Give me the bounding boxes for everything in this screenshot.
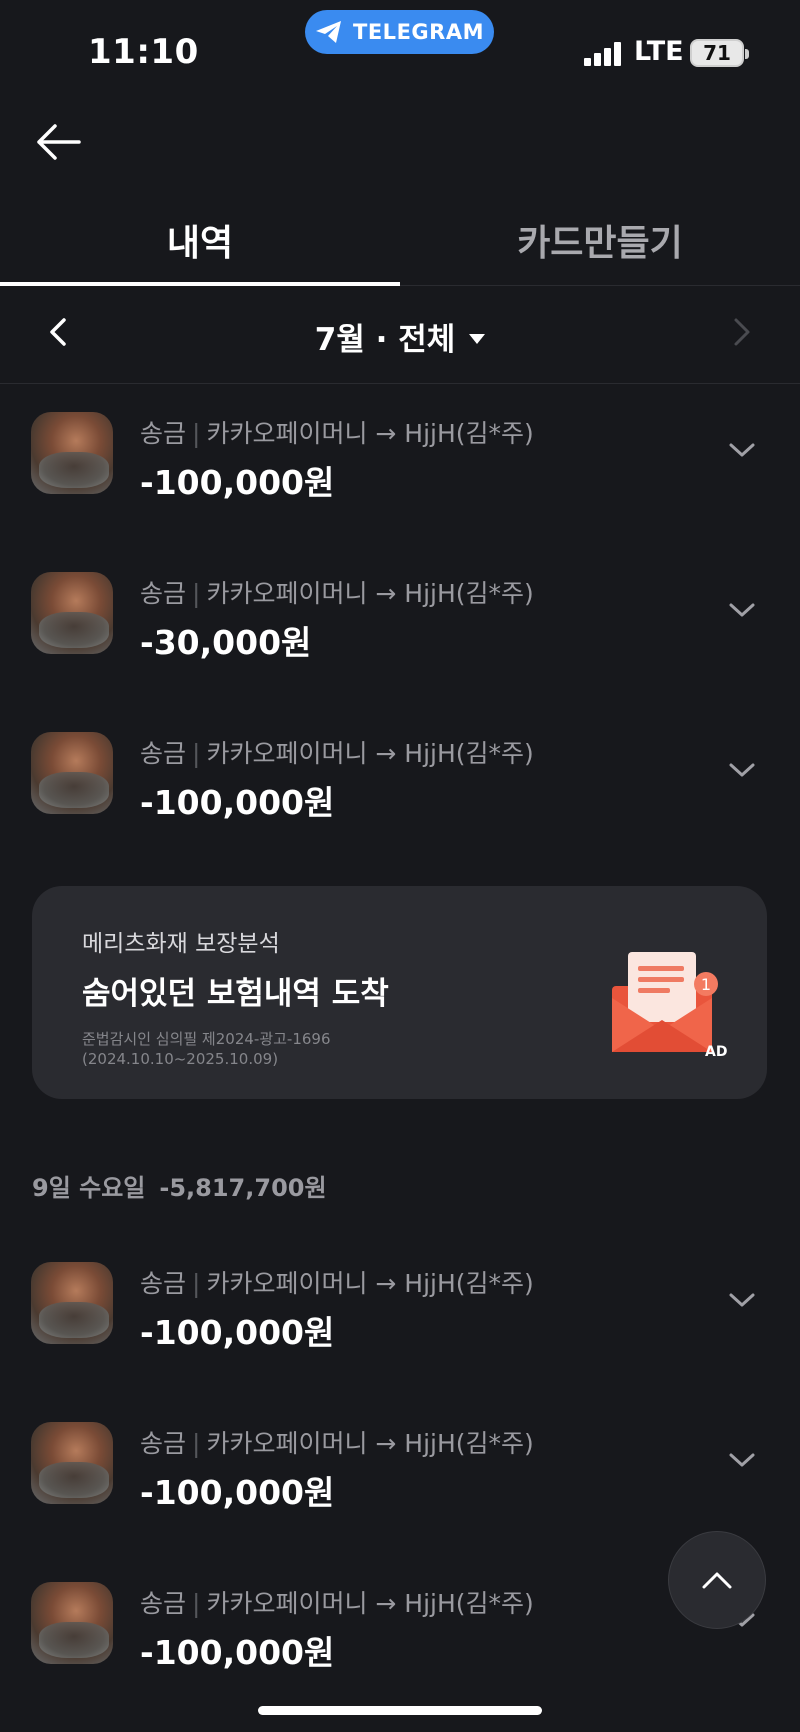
telegram-label: TELEGRAM [353, 20, 484, 44]
chevron-up-icon [702, 1572, 732, 1589]
next-month-button [720, 310, 764, 354]
transaction-description: 송금 | 카카오페이머니 → HjjH(김*주) [140, 419, 534, 448]
status-bar: 11:10 TELEGRAM LTE 71 [0, 0, 800, 100]
transaction-description: 송금 | 카카오페이머니 → HjjH(김*주) [140, 579, 534, 608]
transaction-amount: -100,000원 [140, 1633, 335, 1672]
signal-icon [584, 42, 624, 66]
telegram-icon [316, 21, 342, 43]
tab-make-card[interactable]: 카드만들기 [400, 214, 800, 266]
status-time: 11:10 [88, 32, 199, 72]
transaction-amount: -30,000원 [140, 623, 312, 662]
back-button[interactable] [28, 112, 88, 172]
caret-down-icon [469, 333, 486, 344]
ad-icon-count: 1 [701, 975, 711, 994]
battery-level: 71 [703, 41, 731, 65]
tab-bar: 내역 카드만들기 [0, 200, 800, 286]
recipient-avatar [31, 1422, 113, 1504]
transaction-item[interactable]: 송금 | 카카오페이머니 → HjjH(김*주) -100,000원 [0, 732, 800, 852]
day-label: 9일 수요일 [32, 1174, 146, 1202]
scroll-to-top-button[interactable] [668, 1531, 766, 1629]
ad-title: 숨어있던 보험내역 도착 [82, 976, 389, 1012]
arrow-left-icon [37, 124, 81, 160]
day-total: -5,817,700원 [159, 1174, 327, 1202]
transaction-description: 송금 | 카카오페이머니 → HjjH(김*주) [140, 1429, 534, 1458]
transaction-description: 송금 | 카카오페이머니 → HjjH(김*주) [140, 1589, 534, 1618]
battery-icon: 71 [690, 39, 749, 67]
transaction-description: 송금 | 카카오페이머니 → HjjH(김*주) [140, 739, 534, 768]
insurance-ad-banner[interactable]: 메리츠화재 보장분석 숨어있던 보험내역 도착 준법감시인 심의필 제2024-… [32, 886, 767, 1099]
ad-subtitle: 메리츠화재 보장분석 [82, 931, 280, 957]
transaction-item[interactable]: 송금 | 카카오페이머니 → HjjH(김*주) -100,000원 [0, 412, 800, 532]
tab-history[interactable]: 내역 [0, 214, 400, 266]
ad-period-note: (2024.10.10~2025.10.09) [82, 1050, 279, 1068]
ad-compliance-note: 준법감시인 심의필 제2024-광고-1696 [82, 1030, 331, 1048]
transaction-amount: -100,000원 [140, 783, 335, 822]
chevron-down-icon[interactable] [726, 754, 758, 786]
recipient-avatar [31, 732, 113, 814]
chevron-down-icon[interactable] [726, 1444, 758, 1476]
transaction-item[interactable]: 송금 | 카카오페이머니 → HjjH(김*주) -100,000원 [0, 1422, 800, 1542]
recipient-avatar [31, 412, 113, 494]
month-filter-dropdown[interactable]: 7월 · 전체 [0, 314, 800, 359]
network-type: LTE [634, 36, 684, 67]
recipient-avatar [31, 572, 113, 654]
transaction-description: 송금 | 카카오페이머니 → HjjH(김*주) [140, 1269, 534, 1298]
day-group-header: 9일 수요일 -5,817,700원 [32, 1168, 327, 1203]
chevron-down-icon[interactable] [726, 1284, 758, 1316]
chevron-down-icon[interactable] [726, 594, 758, 626]
home-indicator[interactable] [258, 1706, 542, 1715]
month-selector: 7월 · 전체 [0, 286, 800, 384]
transaction-item[interactable]: 송금 | 카카오페이머니 → HjjH(김*주) -100,000원 [0, 1262, 800, 1382]
chevron-down-icon[interactable] [726, 434, 758, 466]
ad-badge: AD [705, 1044, 728, 1060]
transaction-amount: -100,000원 [140, 1313, 335, 1352]
telegram-return-pill[interactable]: TELEGRAM [305, 10, 494, 54]
transaction-amount: -100,000원 [140, 463, 335, 502]
recipient-avatar [31, 1262, 113, 1344]
envelope-icon: 1 [612, 952, 718, 1052]
transaction-item[interactable]: 송금 | 카카오페이머니 → HjjH(김*주) -30,000원 [0, 572, 800, 692]
transaction-amount: -100,000원 [140, 1473, 335, 1512]
recipient-avatar [31, 1582, 113, 1664]
chevron-right-icon [734, 318, 750, 346]
month-filter-label: 7월 · 전체 [314, 322, 456, 358]
